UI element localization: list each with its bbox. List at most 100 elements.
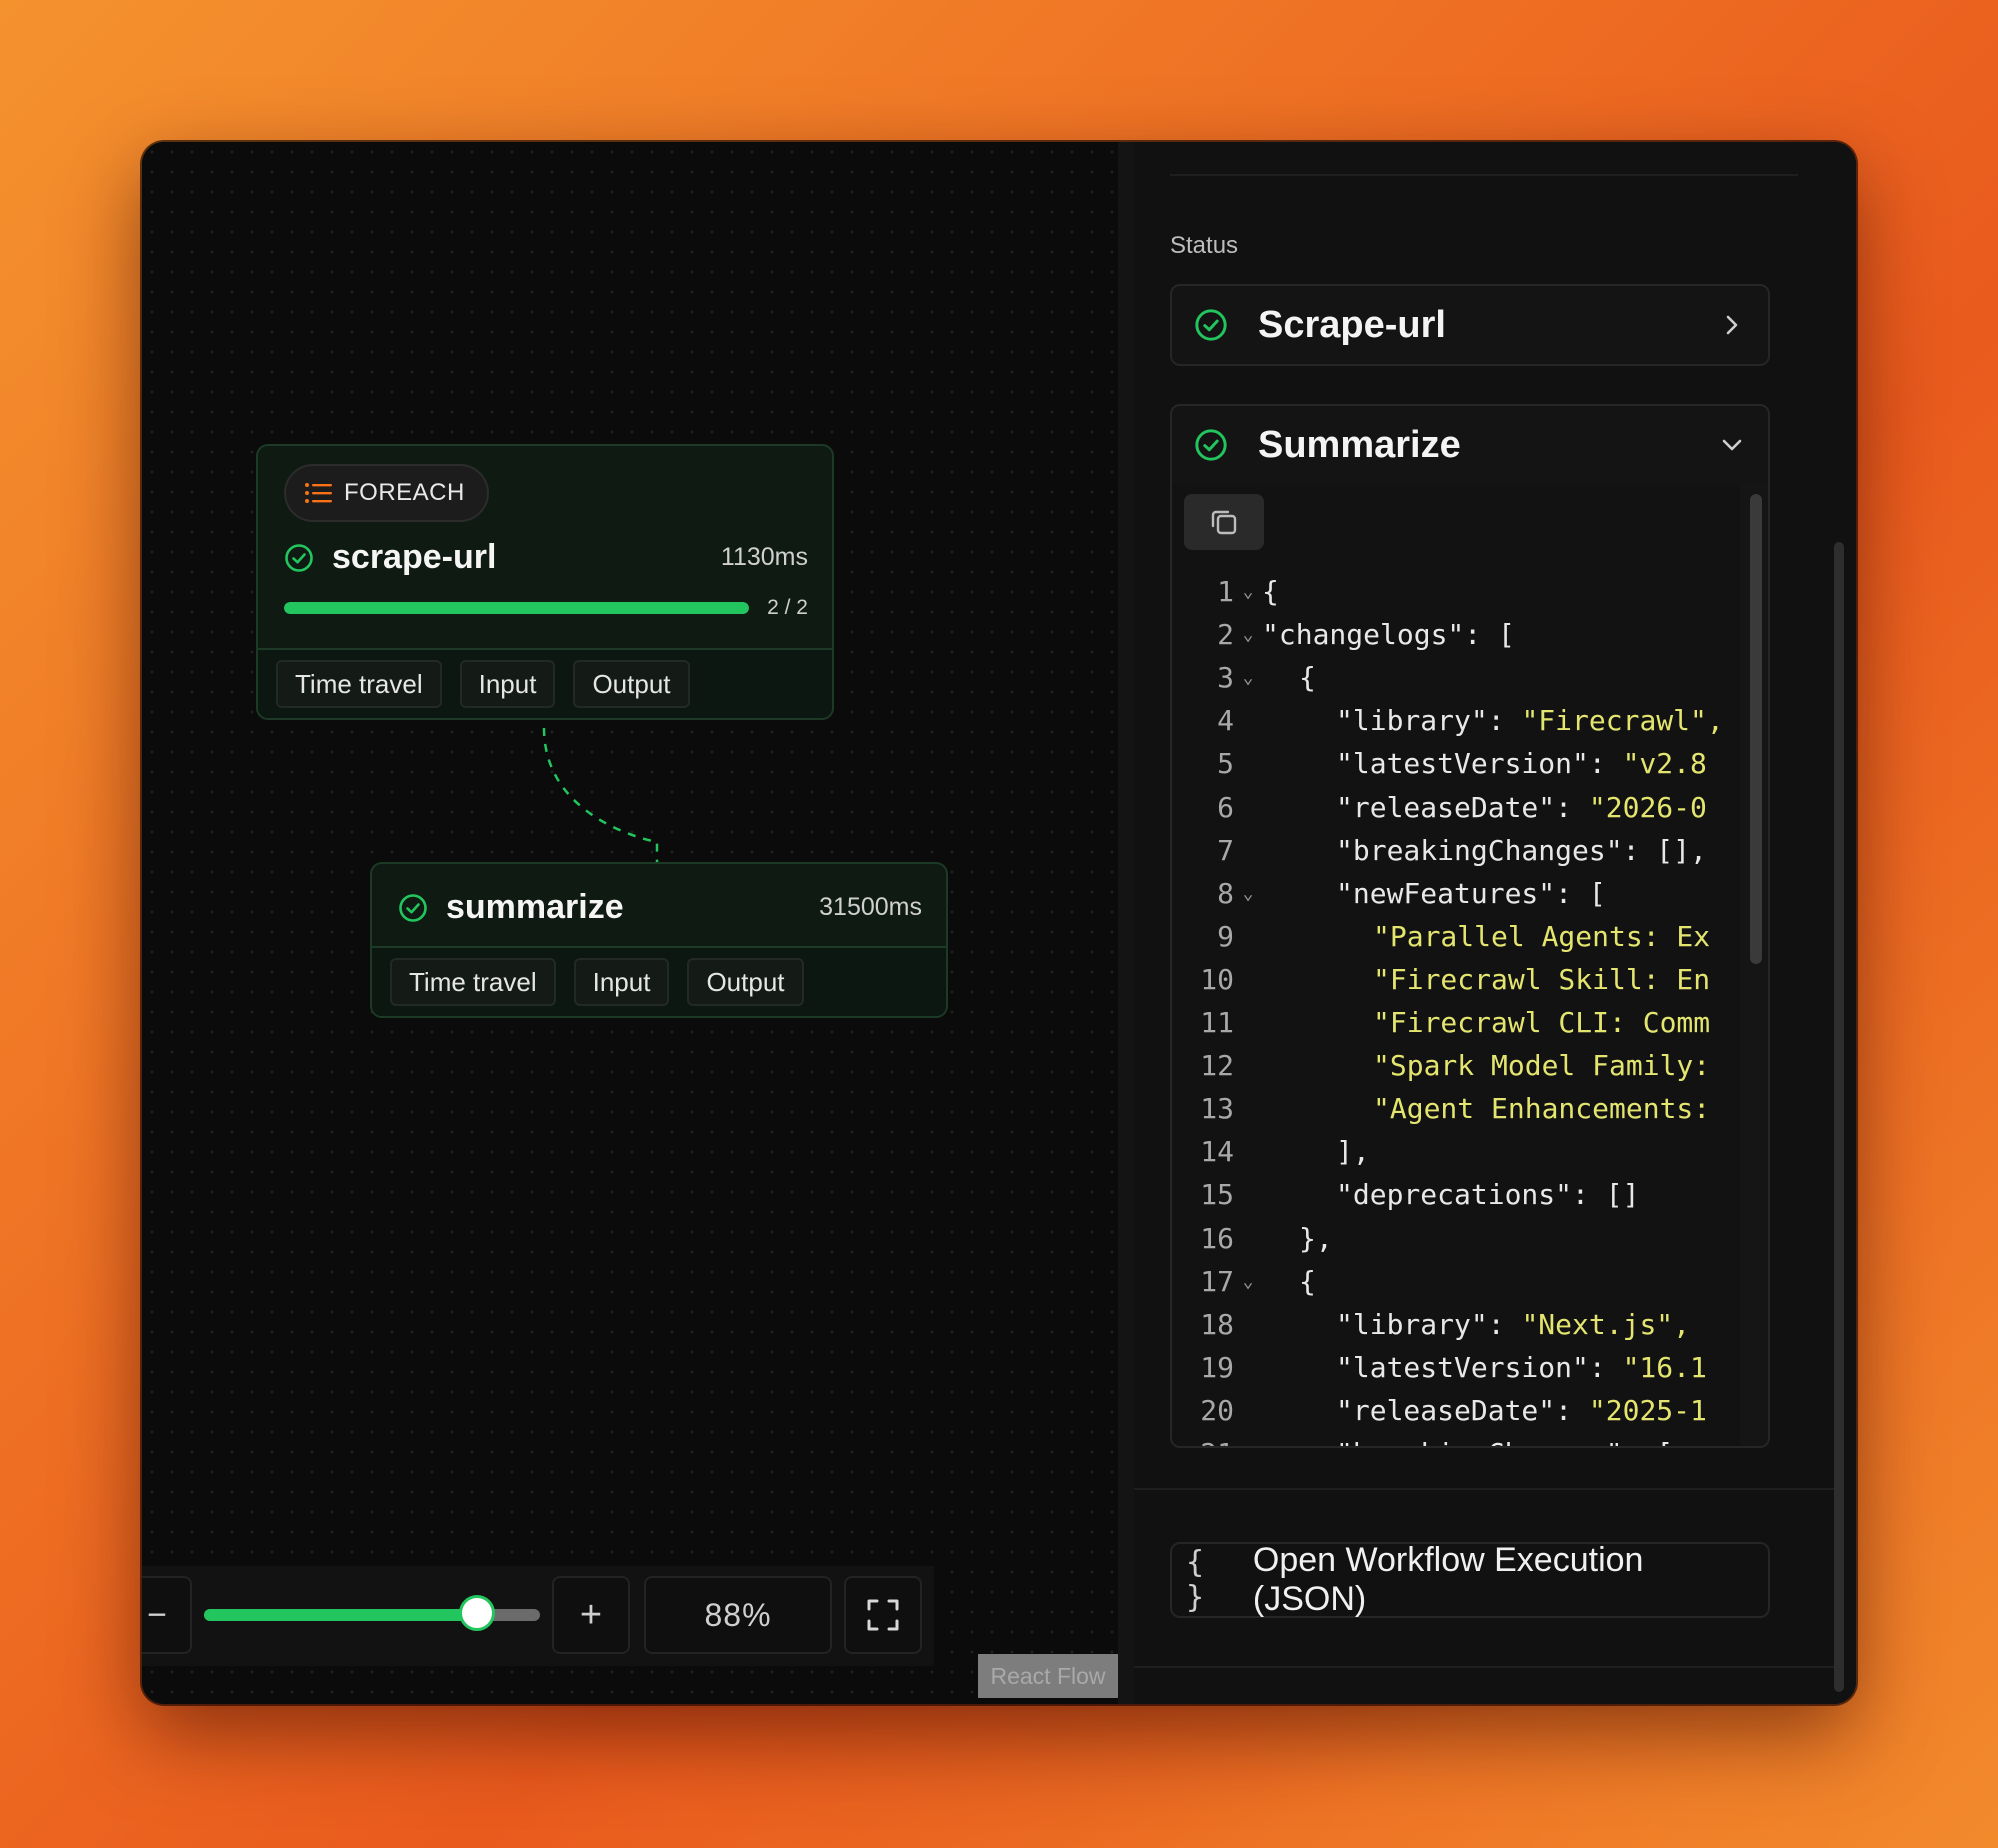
code-line: 20 "releaseDate": "2025-1 [1172, 1389, 1740, 1432]
step-name: Scrape-url [1258, 303, 1446, 346]
open-workflow-json-button[interactable]: { } Open Workflow Execution (JSON) [1170, 1541, 1770, 1618]
json-output-viewer[interactable]: 1 ⌄{2 ⌄ "changelogs": [3 ⌄{4 "library": "Fire… [1170, 484, 1770, 1448]
check-circle-icon [399, 893, 427, 922]
progress-count: 2 / 2 [767, 596, 808, 619]
output-button[interactable]: Output [573, 660, 690, 708]
code-line: 7 "breakingChanges": [], [1172, 829, 1740, 872]
code-editor[interactable]: 1 ⌄{2 ⌄ "changelogs": [3 ⌄{4 "library": "Fire… [1172, 484, 1740, 1446]
line-number: 21 [1172, 1437, 1234, 1446]
progress-row: 2 / 2 [284, 596, 808, 620]
json-key: "breakingChanges": [], [1336, 833, 1707, 867]
code-line: 14], [1172, 1130, 1740, 1173]
fold-chevron-icon[interactable]: ⌄ [1234, 624, 1262, 645]
line-number: 10 [1200, 962, 1234, 996]
zoom-level: 88% [704, 1596, 772, 1633]
node-title: scrape-url [332, 538, 497, 576]
code-line: 18 "library": "Next.js", [1172, 1303, 1740, 1346]
json-key: "latestVersion": [1336, 1350, 1623, 1384]
check-circle-icon [1195, 309, 1227, 341]
line-number: 19 [1200, 1350, 1234, 1384]
braces-icon: { } [1186, 1545, 1205, 1615]
line-number: 20 [1200, 1393, 1234, 1427]
zoom-slider-thumb[interactable] [459, 1595, 495, 1631]
input-button[interactable]: Input [573, 958, 670, 1006]
code-text: "deprecations": [] [1262, 1178, 1639, 1211]
json-key: ], [1336, 1135, 1370, 1169]
zoom-slider[interactable] [204, 1595, 540, 1631]
code-text: "Spark Model Family: [1262, 1049, 1710, 1082]
progress-bar [284, 602, 750, 614]
code-text: "releaseDate": "2025-1 [1262, 1394, 1707, 1427]
line-number: 1 [1217, 575, 1234, 608]
foreach-badge: FOREACH [284, 464, 489, 522]
code-text: "library": "Firecrawl", [1262, 704, 1724, 737]
zoom-slider-fill [204, 1609, 477, 1621]
code-scrollbar[interactable] [1750, 494, 1762, 964]
code-text: "latestVersion": "v2.8 [1262, 747, 1707, 780]
code-line: 13 "Agent Enhancements: [1172, 1087, 1740, 1130]
line-number: 6 [1217, 790, 1234, 824]
fit-view-button[interactable] [844, 1576, 922, 1654]
zoom-in-button[interactable]: + [552, 1576, 630, 1654]
execution-panel: Status Scrape-url Summarize 1 ⌄ {2 ⌄ "c… [1118, 142, 1856, 1704]
node-summarize[interactable]: summarize 31500ms Time travel Input Outp… [370, 862, 948, 1018]
code-line: 5 "latestVersion": "v2.8 [1172, 742, 1740, 785]
check-circle-icon [285, 543, 313, 572]
zoom-level-display: 88% [644, 1576, 832, 1654]
code-line: 10 "Firecrawl Skill: En [1172, 958, 1740, 1001]
code-text: "changelogs": [ [1262, 618, 1515, 651]
fold-chevron-icon[interactable]: ⌄ [1234, 1271, 1262, 1292]
panel-divider [1134, 1488, 1836, 1490]
code-line: 19 "latestVersion": "16.1 [1172, 1346, 1740, 1389]
zoom-controls: − + 88% [142, 1566, 934, 1666]
json-string-value: "Parallel Agents: Ex [1373, 919, 1711, 953]
code-text: "breakingChanges": [], [1262, 834, 1707, 867]
line-number: 16 [1200, 1221, 1234, 1255]
panel-divider [1134, 1666, 1836, 1668]
line-number: 8 [1217, 876, 1234, 910]
code-text: "Parallel Agents: Ex [1262, 920, 1710, 953]
time-travel-button[interactable]: Time travel [390, 958, 556, 1006]
code-text: "newFeatures": [ [1262, 877, 1606, 910]
json-string-value: "Spark Model Family: [1373, 1049, 1711, 1083]
foreach-label: FOREACH [344, 479, 465, 506]
app-window: FOREACH scrape-url 1130ms 2 / 2 Time tra… [142, 142, 1856, 1704]
fold-chevron-icon[interactable]: ⌄ [1234, 883, 1262, 904]
panel-scrollbar[interactable] [1834, 542, 1844, 1692]
code-text: { [1262, 575, 1279, 608]
json-string-value: "Next.js", [1521, 1307, 1691, 1341]
code-line: 12 "Spark Model Family: [1172, 1044, 1740, 1087]
time-travel-button[interactable]: Time travel [276, 660, 442, 708]
node-scrape-url[interactable]: FOREACH scrape-url 1130ms 2 / 2 Time tra… [256, 444, 834, 720]
fold-chevron-icon[interactable]: ⌄ [1234, 581, 1262, 602]
output-button[interactable]: Output [687, 958, 804, 1006]
code-line: 15 "deprecations": [] [1172, 1173, 1740, 1216]
line-number: 3 [1217, 661, 1234, 695]
code-line: 17 ⌄ { [1172, 1260, 1740, 1303]
json-key: "breakingChanges": [ [1336, 1437, 1673, 1446]
code-text: }, [1262, 1222, 1333, 1255]
minus-icon: − [147, 1595, 167, 1634]
code-text: "Agent Enhancements: [1262, 1092, 1710, 1125]
line-number: 14 [1200, 1135, 1234, 1169]
code-text: "Firecrawl Skill: En [1262, 963, 1710, 996]
fullscreen-icon [867, 1599, 899, 1631]
step-summarize[interactable]: Summarize [1170, 404, 1770, 486]
code-line: 16}, [1172, 1217, 1740, 1260]
flow-canvas[interactable]: FOREACH scrape-url 1130ms 2 / 2 Time tra… [142, 142, 1118, 1704]
json-key: { [1299, 661, 1316, 695]
fold-chevron-icon[interactable]: ⌄ [1234, 667, 1262, 688]
node-title-row: summarize 31500ms [398, 888, 922, 927]
code-text: "library": "Next.js", [1262, 1308, 1690, 1341]
code-line: 1 ⌄{ [1172, 570, 1740, 613]
input-button[interactable]: Input [459, 660, 556, 708]
step-scrape-url[interactable]: Scrape-url [1170, 284, 1770, 366]
json-key: { [1262, 575, 1279, 608]
line-number: 4 [1217, 704, 1234, 738]
json-string-value: "2026-0 [1588, 790, 1707, 824]
zoom-out-button[interactable]: − [142, 1576, 192, 1654]
copy-button[interactable] [1184, 494, 1264, 550]
json-key: }, [1299, 1221, 1333, 1255]
open-json-label: Open Workflow Execution (JSON) [1252, 1541, 1644, 1618]
react-flow-attribution[interactable]: React Flow [978, 1654, 1118, 1698]
